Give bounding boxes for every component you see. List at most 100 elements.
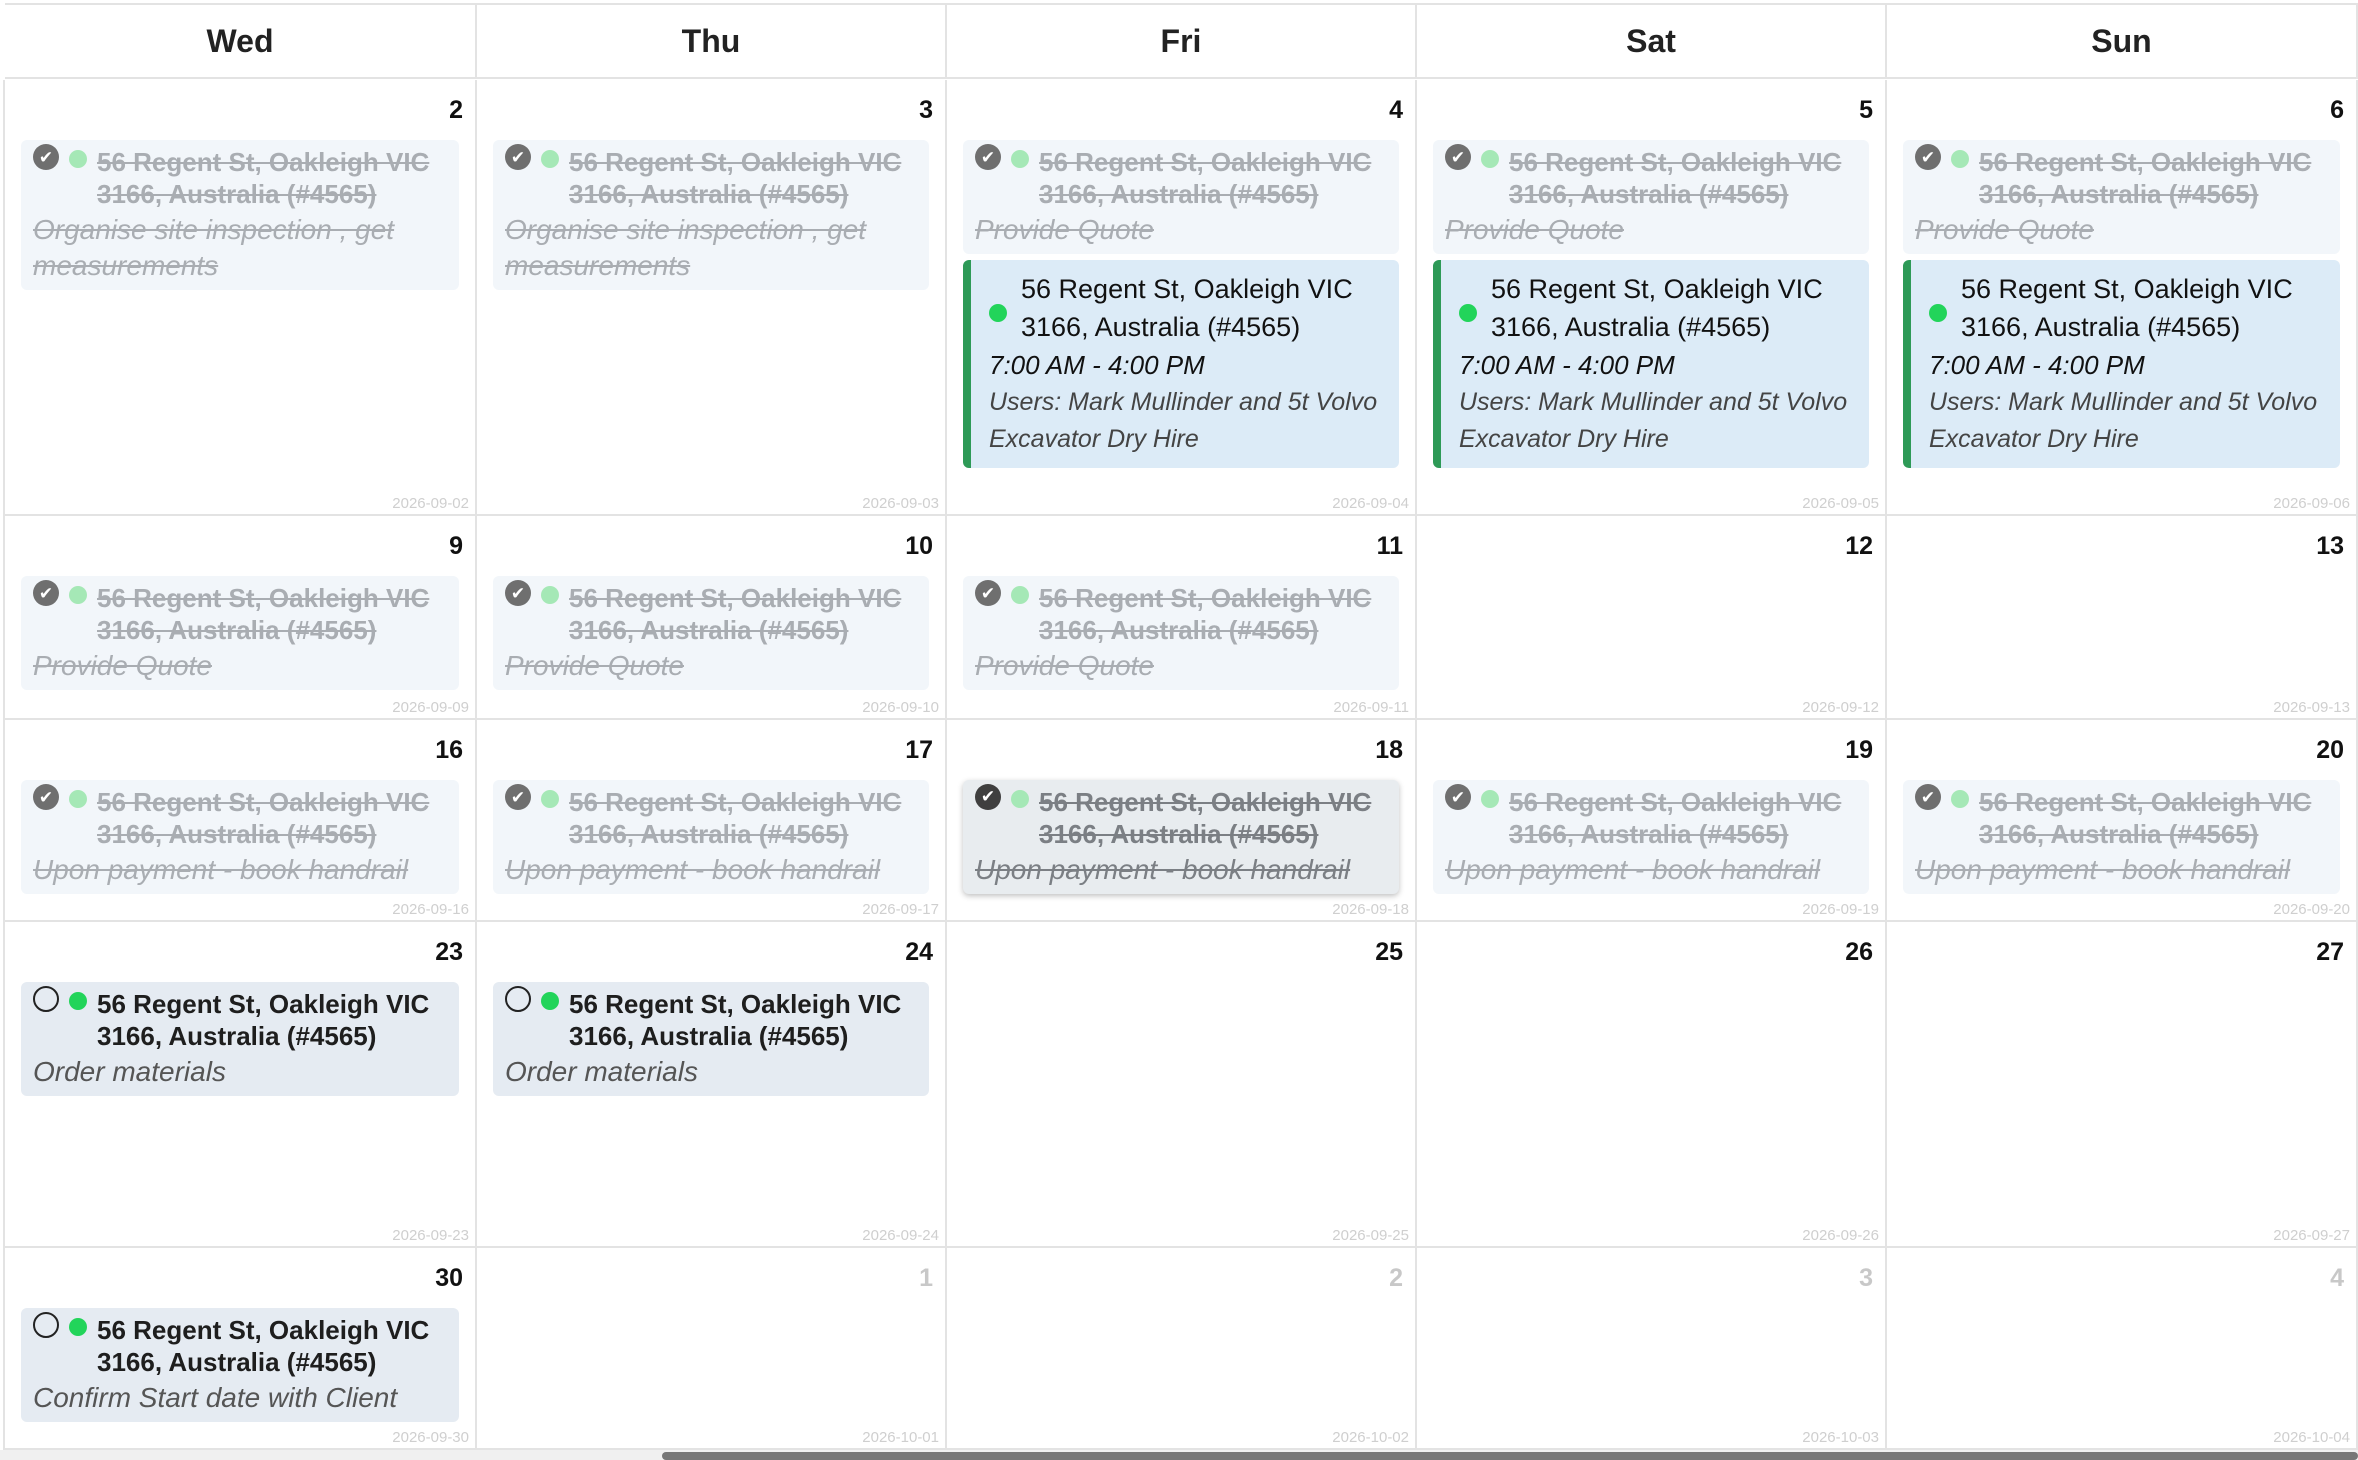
day-number[interactable]: 30: [435, 1264, 463, 1293]
task-address: 56 Regent St, Oakleigh VIC 3166, Austral…: [1039, 787, 1372, 849]
check-circle-icon[interactable]: ✔: [505, 144, 531, 170]
check-circle-icon[interactable]: ✔: [33, 580, 59, 606]
day-number[interactable]: 4: [1389, 96, 1403, 125]
day-number[interactable]: 20: [2316, 736, 2344, 765]
task-event[interactable]: ✔ 56 Regent St, Oakleigh VIC 3166, Austra…: [21, 140, 459, 290]
day-number[interactable]: 2: [1389, 1264, 1403, 1293]
task-header: 56 Regent St, Oakleigh VIC 3166, Austral…: [33, 1312, 451, 1378]
day-cell[interactable]: 10 2026-09-10 ✔ 56 Regent St, Oakleigh VIC …: [477, 516, 947, 720]
task-event[interactable]: ✔ 56 Regent St, Oakleigh VIC 3166, Austra…: [1433, 140, 1869, 254]
day-cell[interactable]: 26 2026-09-26: [1417, 922, 1887, 1248]
day-cell[interactable]: 4 2026-10-04: [1887, 1248, 2358, 1450]
day-number[interactable]: 13: [2316, 532, 2344, 561]
unchecked-circle-icon[interactable]: [33, 986, 59, 1012]
task-event[interactable]: ✔ 56 Regent St, Oakleigh VIC 3166, Austra…: [963, 780, 1399, 894]
day-cell[interactable]: 4 2026-09-04 ✔ 56 Regent St, Oakleigh VIC 3…: [947, 80, 1417, 516]
task-header: 56 Regent St, Oakleigh VIC 3166, Austral…: [505, 986, 921, 1052]
booking-users: Users: Mark Mullinder and 5t Volvo Excav…: [1929, 388, 2318, 453]
check-circle-icon[interactable]: ✔: [1915, 144, 1941, 170]
day-cell[interactable]: 20 2026-09-20 ✔ 56 Regent St, Oakleigh VIC …: [1887, 720, 2358, 922]
task-event[interactable]: ✔ 56 Regent St, Oakleigh VIC 3166, Austra…: [1433, 780, 1869, 894]
day-number[interactable]: 17: [905, 736, 933, 765]
task-header: ✔ 56 Regent St, Oakleigh VIC 3166, Austra…: [1445, 784, 1861, 850]
day-number[interactable]: 25: [1375, 938, 1403, 967]
day-cell[interactable]: 5 2026-09-05 ✔ 56 Regent St, Oakleigh VIC 3…: [1417, 80, 1887, 516]
scrollbar-thumb[interactable]: [662, 1452, 2358, 1460]
check-circle-icon[interactable]: ✔: [1445, 784, 1471, 810]
booking-event[interactable]: 56 Regent St, Oakleigh VIC 3166, Austral…: [963, 260, 1399, 468]
day-cell[interactable]: 30 2026-09-30 56 Regent St, Oakleigh VIC 3…: [5, 1248, 477, 1450]
task-event[interactable]: 56 Regent St, Oakleigh VIC 3166, Austral…: [21, 1308, 459, 1422]
task-address: 56 Regent St, Oakleigh VIC 3166, Austral…: [1979, 787, 2312, 849]
task-event[interactable]: ✔ 56 Regent St, Oakleigh VIC 3166, Austra…: [493, 780, 929, 894]
day-cell[interactable]: 9 2026-09-09 ✔ 56 Regent St, Oakleigh VIC 3…: [5, 516, 477, 720]
day-cell[interactable]: 6 2026-09-06 ✔ 56 Regent St, Oakleigh VIC 3…: [1887, 80, 2358, 516]
day-number[interactable]: 1: [919, 1264, 933, 1293]
task-event[interactable]: ✔ 56 Regent St, Oakleigh VIC 3166, Austra…: [493, 576, 929, 690]
check-circle-icon[interactable]: ✔: [1445, 144, 1471, 170]
day-cell[interactable]: 16 2026-09-16 ✔ 56 Regent St, Oakleigh VIC …: [5, 720, 477, 922]
status-dot-icon: [1481, 790, 1499, 808]
day-cell[interactable]: 18 2026-09-18 ✔ 56 Regent St, Oakleigh VIC …: [947, 720, 1417, 922]
day-cell[interactable]: 2 2026-09-02 ✔ 56 Regent St, Oakleigh VIC 3…: [5, 80, 477, 516]
check-circle-icon[interactable]: ✔: [505, 784, 531, 810]
day-cell[interactable]: 25 2026-09-25: [947, 922, 1417, 1248]
day-cell[interactable]: 11 2026-09-11 ✔ 56 Regent St, Oakleigh VIC …: [947, 516, 1417, 720]
booking-event[interactable]: 56 Regent St, Oakleigh VIC 3166, Austral…: [1433, 260, 1869, 468]
booking-event[interactable]: 56 Regent St, Oakleigh VIC 3166, Austral…: [1903, 260, 2340, 468]
day-cell[interactable]: 1 2026-10-01: [477, 1248, 947, 1450]
task-event[interactable]: ✔ 56 Regent St, Oakleigh VIC 3166, Austra…: [21, 780, 459, 894]
day-number[interactable]: 2: [449, 96, 463, 125]
task-event[interactable]: ✔ 56 Regent St, Oakleigh VIC 3166, Austra…: [1903, 780, 2340, 894]
task-event[interactable]: 56 Regent St, Oakleigh VIC 3166, Austral…: [493, 982, 929, 1096]
day-cell[interactable]: 12 2026-09-12: [1417, 516, 1887, 720]
task-event[interactable]: ✔ 56 Regent St, Oakleigh VIC 3166, Austra…: [21, 576, 459, 690]
day-number[interactable]: 6: [2330, 96, 2344, 125]
day-number[interactable]: 27: [2316, 938, 2344, 967]
day-cell[interactable]: 17 2026-09-17 ✔ 56 Regent St, Oakleigh VIC …: [477, 720, 947, 922]
day-number[interactable]: 5: [1859, 96, 1873, 125]
check-circle-icon[interactable]: ✔: [975, 784, 1001, 810]
day-number[interactable]: 4: [2330, 1264, 2344, 1293]
task-event[interactable]: ✔ 56 Regent St, Oakleigh VIC 3166, Austra…: [963, 140, 1399, 254]
task-title: Upon payment - book handrail: [1445, 854, 1821, 885]
day-number[interactable]: 19: [1845, 736, 1873, 765]
task-address: 56 Regent St, Oakleigh VIC 3166, Austral…: [97, 1315, 430, 1377]
day-cell[interactable]: 19 2026-09-19 ✔ 56 Regent St, Oakleigh VIC …: [1417, 720, 1887, 922]
check-circle-icon[interactable]: ✔: [975, 144, 1001, 170]
day-cell[interactable]: 13 2026-09-13: [1887, 516, 2358, 720]
task-event[interactable]: ✔ 56 Regent St, Oakleigh VIC 3166, Austra…: [493, 140, 929, 290]
day-number[interactable]: 11: [1377, 532, 1403, 561]
task-event[interactable]: ✔ 56 Regent St, Oakleigh VIC 3166, Austra…: [1903, 140, 2340, 254]
task-address: 56 Regent St, Oakleigh VIC 3166, Austral…: [1509, 147, 1842, 209]
day-number[interactable]: 3: [1859, 1264, 1873, 1293]
day-cell[interactable]: 27 2026-09-27: [1887, 922, 2358, 1248]
day-cell[interactable]: 3 2026-10-03: [1417, 1248, 1887, 1450]
check-circle-icon[interactable]: ✔: [975, 580, 1001, 606]
day-number[interactable]: 24: [905, 938, 933, 967]
day-number[interactable]: 12: [1845, 532, 1873, 561]
day-cell[interactable]: 24 2026-09-24 56 Regent St, Oakleigh VIC 3…: [477, 922, 947, 1248]
task-event[interactable]: ✔ 56 Regent St, Oakleigh VIC 3166, Austra…: [963, 576, 1399, 690]
day-cell[interactable]: 3 2026-09-03 ✔ 56 Regent St, Oakleigh VIC 3…: [477, 80, 947, 516]
day-number[interactable]: 16: [435, 736, 463, 765]
check-circle-icon[interactable]: ✔: [505, 580, 531, 606]
task-event[interactable]: 56 Regent St, Oakleigh VIC 3166, Austral…: [21, 982, 459, 1096]
check-circle-icon[interactable]: ✔: [33, 144, 59, 170]
day-number[interactable]: 23: [435, 938, 463, 967]
unchecked-circle-icon[interactable]: [33, 1312, 59, 1338]
day-cell[interactable]: 23 2026-09-23 56 Regent St, Oakleigh VIC 3…: [5, 922, 477, 1248]
check-circle-icon[interactable]: ✔: [33, 784, 59, 810]
day-number[interactable]: 18: [1375, 736, 1403, 765]
unchecked-circle-icon[interactable]: [505, 986, 531, 1012]
horizontal-scrollbar[interactable]: [0, 1450, 2358, 1460]
day-number[interactable]: 9: [449, 532, 463, 561]
status-dot-icon: [541, 150, 559, 168]
day-cell[interactable]: 2 2026-10-02: [947, 1248, 1417, 1450]
day-number[interactable]: 26: [1845, 938, 1873, 967]
task-header: ✔ 56 Regent St, Oakleigh VIC 3166, Austra…: [1915, 144, 2332, 210]
day-number[interactable]: 10: [905, 532, 933, 561]
check-circle-icon[interactable]: ✔: [1915, 784, 1941, 810]
day-number[interactable]: 3: [919, 96, 933, 125]
status-dot-icon: [1951, 150, 1969, 168]
